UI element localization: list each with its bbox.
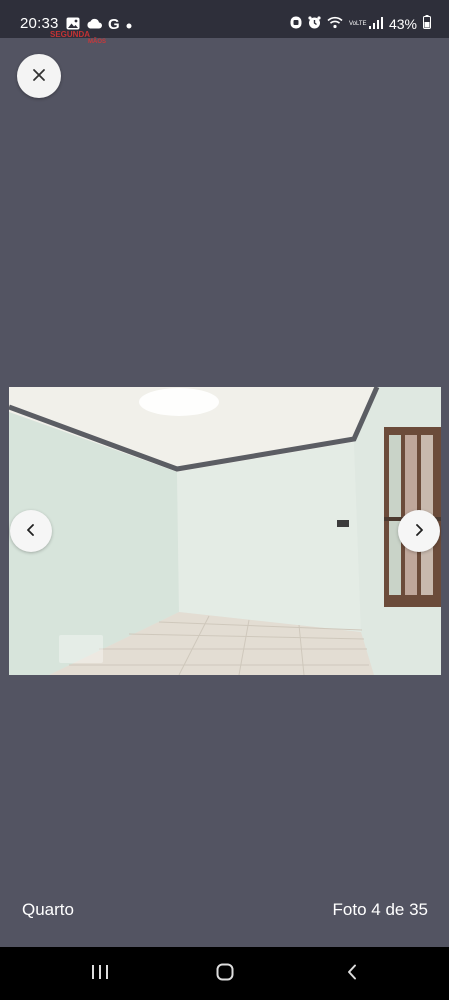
wifi-icon: [327, 16, 343, 32]
battery-percent: 43%: [388, 15, 417, 32]
watermark-logo: SEGUNDA MÃOS: [50, 30, 106, 45]
watermark-text: SEGUNDA: [50, 30, 91, 39]
next-photo-button[interactable]: [398, 510, 440, 552]
photo-caption: Quarto: [22, 900, 74, 919]
battery-icon: [423, 15, 431, 32]
previous-photo-button[interactable]: [10, 510, 52, 552]
system-navigation-bar: [0, 947, 449, 1000]
recents-icon: [91, 964, 109, 985]
alarm-icon: [308, 15, 321, 32]
dot-icon: [126, 17, 132, 32]
close-icon: [32, 68, 46, 85]
google-icon: G: [108, 16, 120, 33]
home-icon: [216, 963, 234, 986]
home-button[interactable]: [212, 961, 238, 987]
chevron-left-icon: [26, 523, 36, 539]
photo-counter: Foto 4 de 35: [332, 900, 428, 919]
status-right-icons: VoLTE 43%: [290, 15, 431, 32]
watermark-subtext: MÃOS: [88, 39, 106, 45]
chevron-right-icon: [414, 523, 424, 539]
notification-icon: [290, 16, 302, 32]
recents-button[interactable]: [87, 961, 113, 987]
back-button[interactable]: [339, 961, 365, 987]
volte-icon: VoLTE: [348, 20, 367, 27]
gallery-photo[interactable]: [9, 387, 441, 675]
back-icon: [346, 964, 358, 985]
close-button[interactable]: [17, 54, 61, 98]
signal-icon: [368, 16, 383, 32]
room-photo-image: [9, 387, 441, 675]
